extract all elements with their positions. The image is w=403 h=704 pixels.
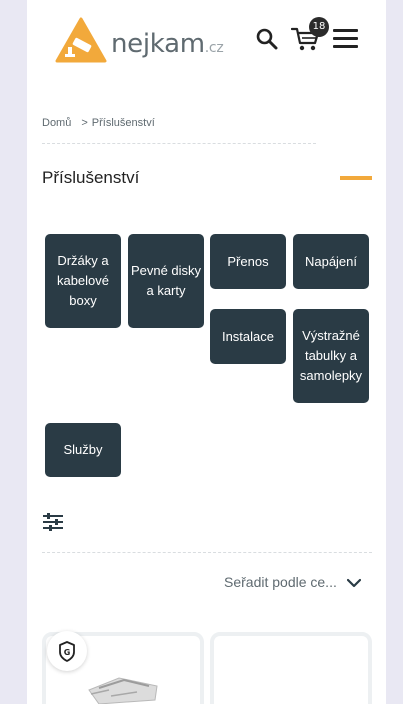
category-vystrazne-tabulky[interactable]: Výstražné tabulky a samolepky bbox=[293, 309, 369, 403]
sort-dropdown[interactable]: Seřadit podle ce... bbox=[224, 574, 337, 594]
logo-camera-icon bbox=[55, 17, 107, 63]
breadcrumb: Domů > Příslušenství bbox=[42, 117, 316, 144]
logo[interactable]: nejkam.cz bbox=[55, 17, 235, 65]
category-sluzby[interactable]: Služby bbox=[45, 423, 121, 477]
logo-tld: .cz bbox=[204, 40, 224, 56]
cart-count-badge: 18 bbox=[309, 17, 329, 37]
svg-text:G: G bbox=[64, 648, 71, 657]
section-divider bbox=[42, 552, 372, 553]
filter-sliders-icon[interactable] bbox=[43, 513, 63, 531]
chevron-down-icon[interactable] bbox=[347, 577, 361, 589]
category-prenos[interactable]: Přenos bbox=[210, 234, 286, 289]
search-icon[interactable] bbox=[256, 28, 278, 50]
site-header: nejkam.cz 18 bbox=[27, 0, 386, 80]
title-accent-bar bbox=[340, 176, 372, 180]
breadcrumb-current: Příslušenství bbox=[91, 117, 155, 129]
category-napajeni[interactable]: Napájení bbox=[293, 234, 369, 289]
page-title: Příslušenství bbox=[42, 168, 140, 187]
page: nejkam.cz 18 Domů > Příslušenství Přísluše… bbox=[27, 0, 386, 704]
hamburger-menu-icon[interactable] bbox=[333, 29, 358, 49]
logo-text: nejkam bbox=[111, 29, 205, 59]
category-drzaky[interactable]: Držáky a kabelové boxy bbox=[45, 234, 121, 328]
breadcrumb-separator: > bbox=[81, 117, 88, 129]
product-card[interactable] bbox=[210, 632, 372, 704]
category-instalace[interactable]: Instalace bbox=[210, 309, 286, 364]
breadcrumb-home-link[interactable]: Domů bbox=[42, 117, 71, 129]
category-pevne-disky[interactable]: Pevné disky a karty bbox=[128, 234, 204, 328]
product-image bbox=[88, 677, 158, 704]
